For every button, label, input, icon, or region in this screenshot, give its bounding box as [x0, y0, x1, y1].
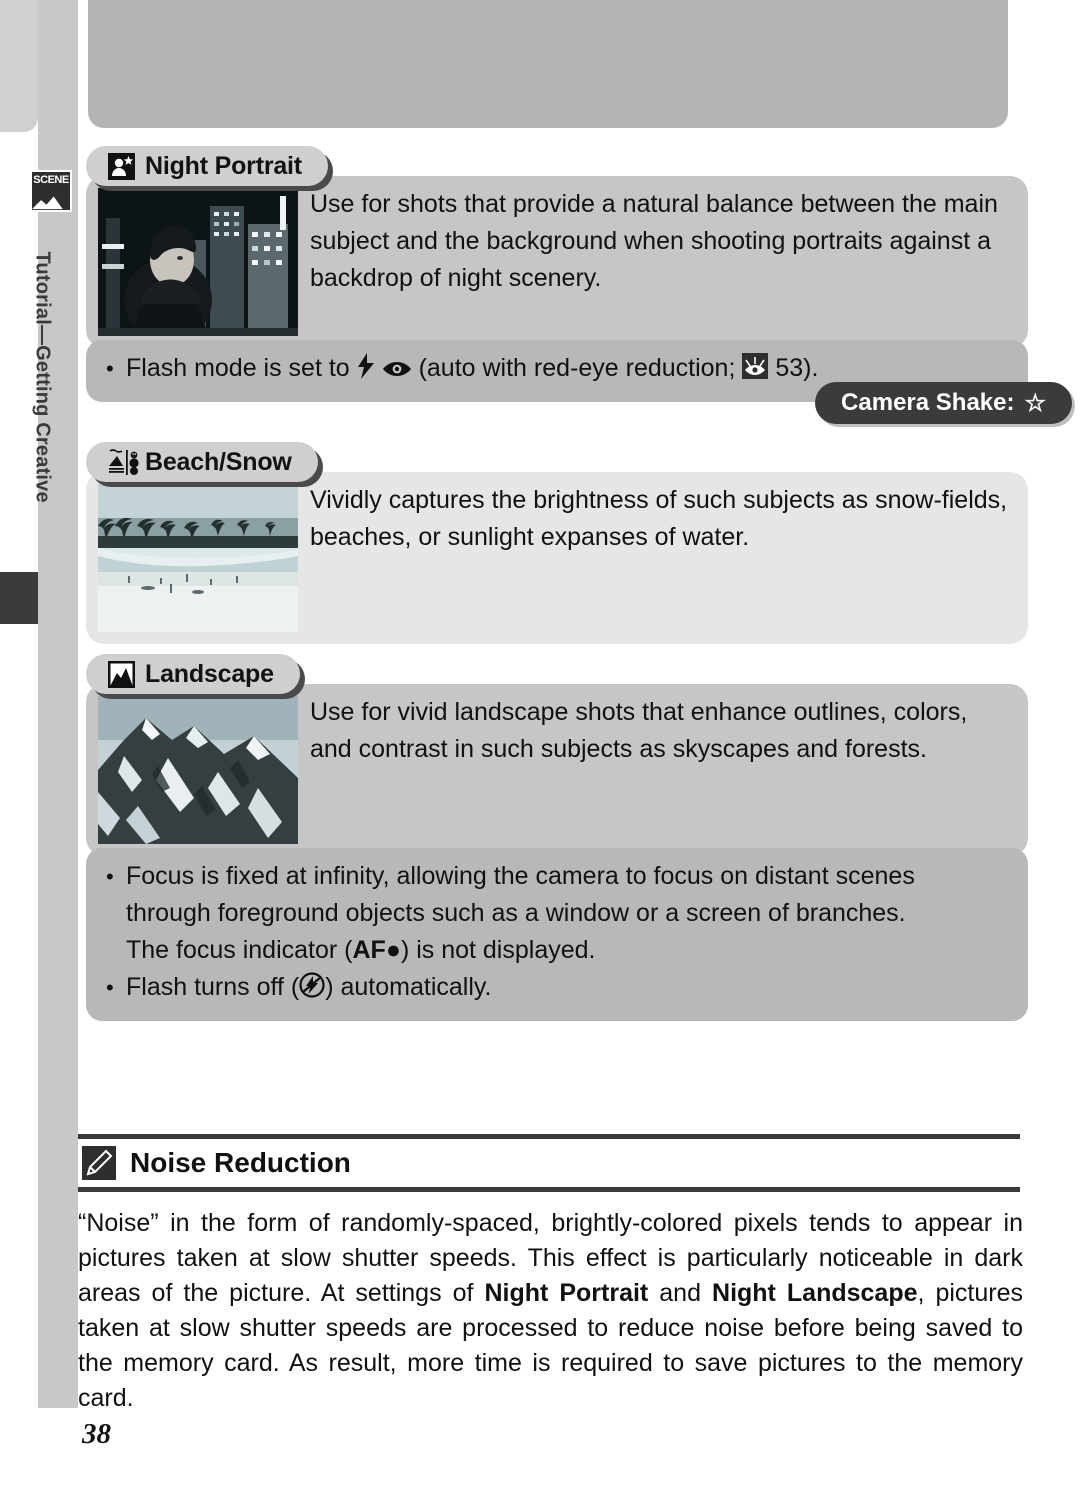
flash-bolt-icon [357, 353, 375, 390]
section-header-night-portrait: Night Portrait [86, 146, 328, 186]
section-header-beach-snow: Beach/Snow [86, 442, 318, 482]
snowy-mountain-photo [98, 696, 298, 844]
section-text-night-portrait: Use for shots that provide a natural bal… [310, 190, 998, 292]
note-focus-line2-wrap: through foreground objects such as a win… [104, 895, 1010, 932]
section-body-beach-snow: Vividly captures the brightness of such … [86, 472, 1028, 644]
flash-off-icon [299, 972, 325, 1009]
section-title-night-portrait: Night Portrait [145, 151, 302, 180]
noise-reduction-title: Noise Reduction [130, 1147, 351, 1178]
chapter-label: Tutorial—Getting Creative [31, 251, 54, 503]
nr-bold-night-portrait: Night Portrait [484, 1279, 649, 1307]
note-focus-line3-prefix: The focus indicator ( [126, 936, 353, 964]
section-body-landscape: Use for vivid landscape shots that enhan… [86, 684, 1028, 856]
note-focus-line3-suffix: ) is not displayed. [400, 936, 596, 964]
night-city-portrait-photo [98, 188, 298, 336]
section-title-landscape: Landscape [145, 659, 274, 688]
note-focus-line1: Focus is fixed at infinity, allowing the… [126, 862, 915, 890]
person-with-star-icon [108, 152, 135, 180]
noise-reduction-section: Noise Reduction “Noise” in the form of r… [78, 1134, 1080, 1416]
tropical-beach-photo [98, 484, 298, 632]
camera-shake-badge: Camera Shake: ☆ [815, 382, 1072, 424]
note-focus-infinity: Focus is fixed at infinity, allowing the… [104, 858, 1010, 895]
left-margin-strip [0, 0, 38, 132]
scene-badge-label: SCENE [33, 174, 69, 186]
af-indicator-label: AF● [352, 936, 401, 964]
note-flash-tail: ). [803, 354, 819, 382]
note-focus-line2: through foreground objects such as a win… [126, 899, 906, 927]
section-title-beach-snow: Beach/Snow [145, 447, 292, 476]
camera-shake-symbol: ☆ [1024, 389, 1046, 417]
scene-mountain-icon [32, 196, 63, 210]
beach-snowman-icon [108, 448, 139, 476]
note-focus-line3-wrap: The focus indicator (AF●) is not display… [104, 932, 1010, 969]
page-number: 38 [82, 1418, 111, 1450]
note-flash-prefix: Flash mode is set to [126, 354, 350, 382]
note-flash-suffix: (auto with red-eye reduction; [418, 354, 736, 382]
camera-shake-label: Camera Shake: [841, 389, 1015, 416]
note-flash-page-ref: 53 [775, 354, 804, 382]
noise-reduction-header: Noise Reduction [78, 1139, 1080, 1187]
note-flashoff-prefix: Flash turns off ( [126, 973, 300, 1001]
nr-part2: and [648, 1279, 713, 1307]
section-text-landscape: Use for vivid landscape shots that enhan… [310, 698, 968, 763]
page-edge-marker [0, 572, 38, 624]
section-text-beach-snow: Vividly captures the brightness of such … [310, 486, 1008, 551]
page-reference-eye-icon [742, 353, 769, 390]
mountain-frame-icon [108, 660, 135, 688]
section-header-landscape: Landscape [86, 654, 300, 694]
scene-mode-badge: SCENE [30, 170, 72, 212]
pencil-note-icon [82, 1146, 116, 1180]
noise-reduction-paragraph: “Noise” in the form of randomly-spaced, … [78, 1206, 1023, 1416]
nr-bold-night-landscape: Night Landscape [712, 1279, 918, 1307]
note-flash-off: Flash turns off ( ) automatically. [104, 969, 1010, 1009]
section-rule-bottom [78, 1187, 1020, 1192]
note-flashoff-suffix: ) automatically. [325, 973, 492, 1001]
page-content: Night Portrait Use for shots that provid… [78, 0, 1080, 1486]
red-eye-icon [382, 353, 412, 390]
section-body-night-portrait: Use for shots that provide a natural bal… [86, 176, 1028, 348]
notes-landscape: Focus is fixed at infinity, allowing the… [86, 848, 1028, 1021]
